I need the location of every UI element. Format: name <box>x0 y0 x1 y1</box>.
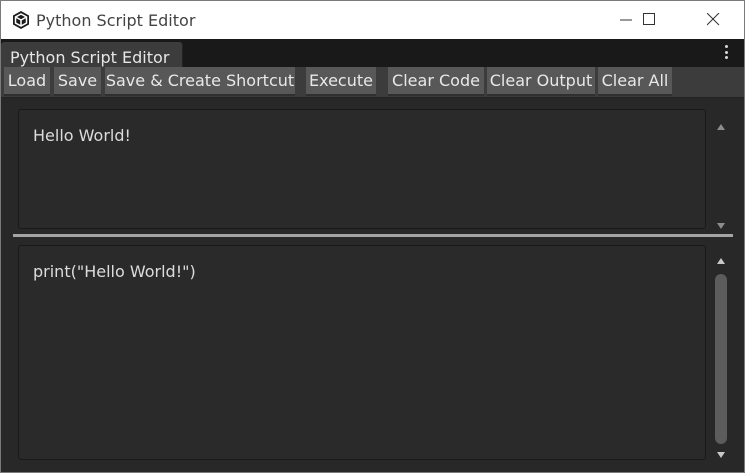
python-script-editor-window: Python Script Editor Python Script Edito… <box>0 0 745 473</box>
unity-cube-icon <box>13 11 29 29</box>
output-scroll-down-icon[interactable] <box>716 222 726 230</box>
code-text: print("Hello World!") <box>33 262 196 281</box>
output-text: Hello World! <box>33 126 131 145</box>
tab-python-script-editor[interactable]: Python Script Editor <box>1 42 183 67</box>
save-create-shortcut-button[interactable]: Save & Create Shortcut <box>105 67 295 96</box>
output-panel[interactable]: Hello World! <box>18 109 706 229</box>
editor-client-area: Python Script Editor Load Save Save & Cr… <box>1 39 744 472</box>
maximize-button[interactable] <box>627 1 673 39</box>
window-title: Python Script Editor <box>36 11 196 30</box>
tab-strip: Python Script Editor <box>1 39 744 67</box>
execute-button[interactable]: Execute <box>306 67 376 96</box>
save-button[interactable]: Save <box>54 67 101 96</box>
code-scrollbar[interactable] <box>713 274 729 444</box>
code-scroll-down-icon[interactable] <box>716 451 726 459</box>
panel-splitter[interactable] <box>13 234 733 237</box>
clear-code-button[interactable]: Clear Code <box>388 67 484 96</box>
code-editor-panel[interactable]: print("Hello World!") <box>18 245 706 460</box>
title-bar[interactable]: Python Script Editor <box>1 1 744 39</box>
clear-all-button[interactable]: Clear All <box>598 67 672 96</box>
output-scroll-up-icon[interactable] <box>716 123 726 131</box>
load-button[interactable]: Load <box>4 67 50 96</box>
code-scrollbar-thumb[interactable] <box>715 274 727 444</box>
maximize-icon <box>643 13 655 25</box>
kebab-menu-icon[interactable] <box>723 45 731 61</box>
clear-output-button[interactable]: Clear Output <box>487 67 595 96</box>
code-scroll-up-icon[interactable] <box>716 257 726 265</box>
toolbar: Load Save Save & Create Shortcut Execute… <box>1 67 744 98</box>
tab-label: Python Script Editor <box>10 48 170 67</box>
close-icon <box>707 13 720 26</box>
close-button[interactable] <box>691 1 737 39</box>
